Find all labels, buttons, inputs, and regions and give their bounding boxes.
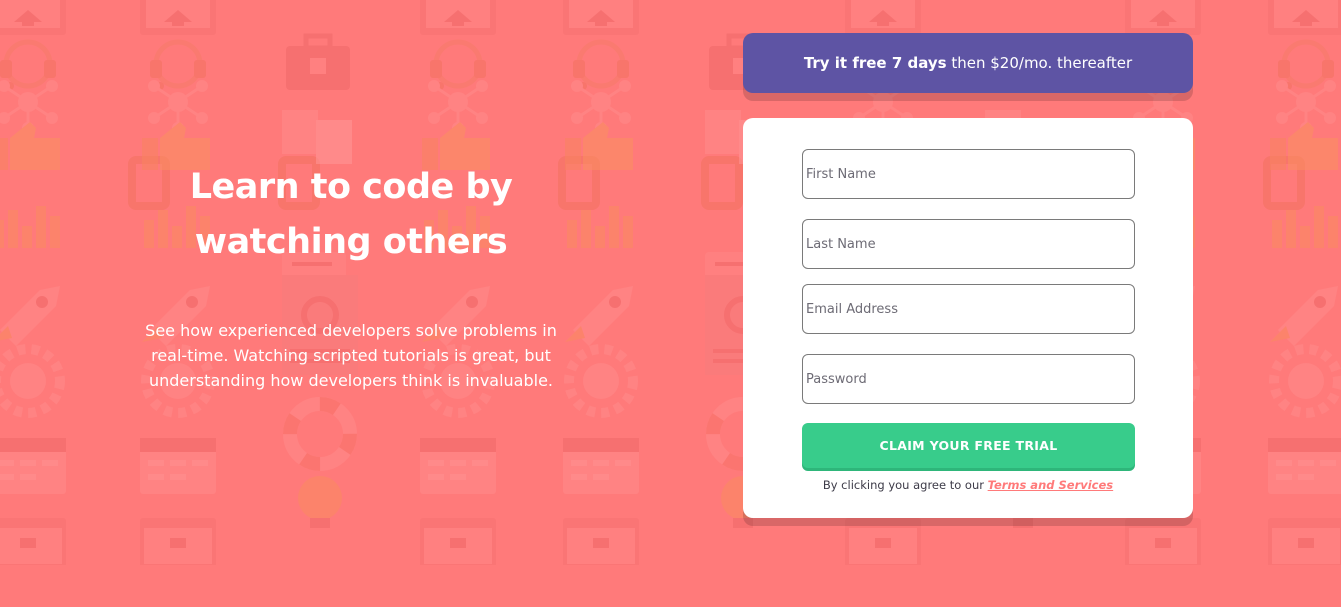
- trial-banner: Try it free 7 days then $20/mo. thereaft…: [743, 33, 1193, 93]
- trial-banner-regular: then $20/mo. thereafter: [946, 54, 1133, 72]
- hero-title-line2: watching others: [194, 222, 508, 262]
- last-name-input[interactable]: [802, 219, 1135, 269]
- first-name-input[interactable]: [802, 149, 1135, 199]
- hero-section: Learn to code by watching others See how…: [140, 160, 562, 393]
- hero-title: Learn to code by watching others: [140, 160, 562, 270]
- email-input[interactable]: [802, 284, 1135, 334]
- claim-trial-button[interactable]: CLAIM YOUR FREE TRIAL: [802, 423, 1135, 468]
- hero-title-line1: Learn to code by: [189, 167, 513, 207]
- signup-form: CLAIM YOUR FREE TRIAL By clicking you ag…: [743, 118, 1193, 518]
- background-bottom-strip: [0, 565, 1341, 607]
- terms-link[interactable]: Terms and Services: [988, 478, 1114, 492]
- password-input[interactable]: [802, 354, 1135, 404]
- terms-notice: By clicking you agree to our Terms and S…: [743, 478, 1193, 492]
- terms-prefix: By clicking you agree to our: [822, 478, 988, 492]
- trial-banner-bold: Try it free 7 days: [803, 54, 947, 72]
- hero-description: See how experienced developers solve pro…: [145, 321, 557, 390]
